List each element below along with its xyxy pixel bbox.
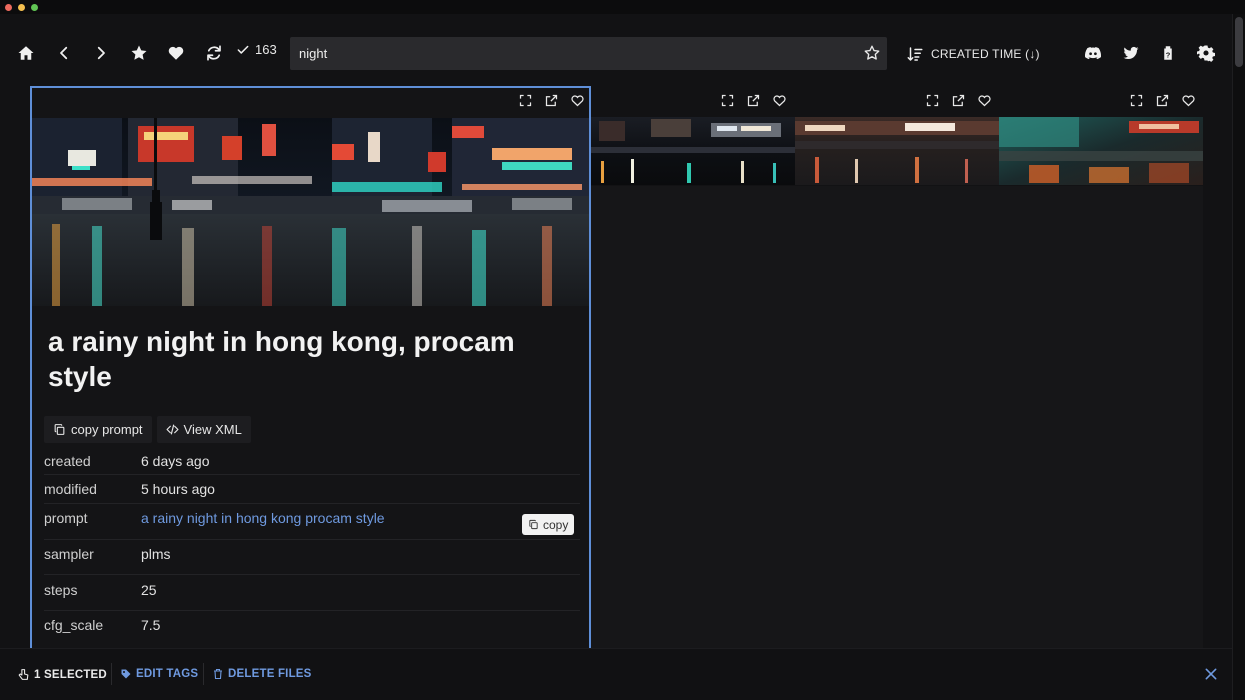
meta-key: sampler [44,546,94,562]
checked-count-value: 163 [255,42,277,57]
check-icon [237,45,249,54]
sort-icon [907,47,923,61]
view-xml-label: View XML [183,422,242,437]
heart-outline-icon[interactable] [772,93,787,108]
fullscreen-icon[interactable] [925,93,940,108]
divider [203,663,204,685]
metadata-table: created 6 days ago modified 5 hours ago … [44,446,580,647]
thumbnail-image[interactable] [999,117,1203,185]
selected-count-label: 1 SELECTED [34,668,107,681]
chevron-left-icon[interactable] [50,38,78,68]
meta-value: plms [141,546,171,562]
delete-files-button[interactable]: DELETE FILES [212,668,312,680]
thumbnail-image[interactable] [591,117,795,185]
scrollbar-thumb[interactable] [1235,17,1243,67]
home-icon[interactable] [12,38,40,68]
edit-tags-label: EDIT TAGS [136,668,199,680]
copy-prompt-chip[interactable]: copy [522,514,575,535]
table-row: modified 5 hours ago [44,475,580,504]
thumb-1-actions [720,93,787,108]
page-title: a rainy night in hong kong, procam style [48,326,515,392]
help-icon[interactable]: ? [1154,38,1182,68]
gallery-grid: a rainy night in hong kong, procam style… [30,86,1203,648]
chevron-right-icon[interactable] [87,38,115,68]
search-input[interactable] [290,37,850,70]
meta-value: 5 hours ago [141,481,215,497]
external-link-icon[interactable] [1155,93,1170,108]
trash-icon [214,668,222,680]
close-icon[interactable] [1203,666,1219,682]
scrollbar-track[interactable] [1232,14,1245,700]
table-row: sampler plms [44,540,580,575]
table-row: steps 25 [44,575,580,611]
tag-icon [121,669,131,679]
sort-button[interactable]: CREATED TIME (↓) [906,45,1040,63]
meta-key: modified [44,481,97,497]
app-window: 163 CREATED TIME (↓) ? [0,0,1245,700]
external-link-icon[interactable] [951,93,966,108]
table-row: prompt a rainy night in hong kong procam… [44,504,580,540]
meta-key: prompt [44,510,88,526]
meta-key: steps [44,582,78,598]
thumbnail-image[interactable] [795,117,999,185]
pointer-icon [18,669,29,680]
zoom-traffic-light[interactable] [31,4,38,11]
table-row: cfg_scale 7.5 [44,611,580,647]
meta-value: 7.5 [141,617,161,633]
refresh-icon[interactable] [200,38,228,68]
minimize-traffic-light[interactable] [18,4,25,11]
meta-value: 6 days ago [141,453,210,469]
thumb-2-actions [925,93,992,108]
gear-icon[interactable] [1192,38,1220,68]
heart-icon[interactable] [162,38,190,68]
discord-icon[interactable] [1079,38,1107,68]
heart-outline-icon[interactable] [570,93,585,108]
card-action-buttons: copy prompt View XML [44,416,251,443]
save-search-star-icon[interactable] [863,44,881,62]
meta-key: created [44,453,91,469]
selection-bar: 1 SELECTED EDIT TAGS DELETE FILES [0,648,1232,700]
copy-prompt-label: copy prompt [71,422,143,437]
meta-value: 25 [141,582,157,598]
edit-tags-button[interactable]: EDIT TAGS [120,668,198,680]
meta-key: cfg_scale [44,617,104,633]
hero-image[interactable] [32,118,589,306]
selected-count: 1 SELECTED [17,668,107,681]
heart-outline-icon[interactable] [1181,93,1196,108]
star-icon[interactable] [125,38,153,68]
sort-label: CREATED TIME (↓) [931,47,1040,61]
thumb-3-actions [1129,93,1196,108]
fullscreen-icon[interactable] [720,93,735,108]
code-icon [166,424,179,435]
title-bar [0,0,1245,14]
close-traffic-light[interactable] [5,4,12,11]
toolbar: 163 CREATED TIME (↓) ? [0,30,1232,76]
heart-outline-icon[interactable] [977,93,992,108]
delete-files-label: DELETE FILES [228,668,312,680]
external-link-icon[interactable] [746,93,761,108]
view-xml-button[interactable]: View XML [156,416,251,443]
table-row: created 6 days ago [44,446,580,475]
fullscreen-icon[interactable] [518,93,533,108]
twitter-icon[interactable] [1117,38,1145,68]
external-link-icon[interactable] [544,93,559,108]
prompt-link[interactable]: a rainy night in hong kong procam style [141,510,385,526]
copy-icon [529,519,538,530]
search-box [290,37,887,70]
copy-chip-label: copy [543,517,569,532]
selected-card-actions [518,93,585,108]
checked-count[interactable]: 163 [236,42,277,57]
gallery-empty-area [591,186,1203,648]
divider [111,663,112,685]
copy-icon [54,424,65,435]
selected-card[interactable]: a rainy night in hong kong, procam style… [30,86,591,648]
fullscreen-icon[interactable] [1129,93,1144,108]
copy-prompt-button[interactable]: copy prompt [44,416,152,443]
svg-text:?: ? [1166,51,1171,60]
